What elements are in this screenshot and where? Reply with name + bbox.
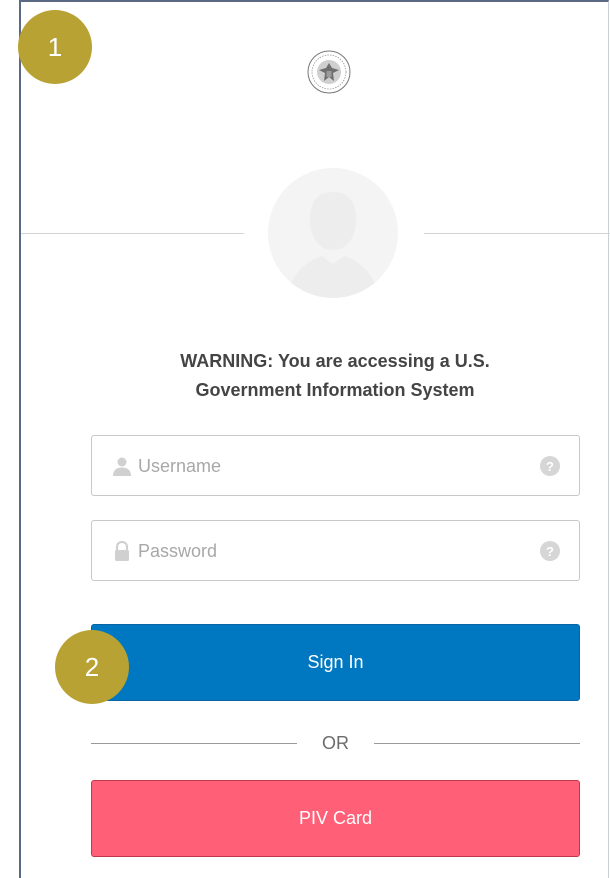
or-label: OR	[322, 733, 349, 753]
password-help-icon[interactable]: ?	[540, 541, 560, 561]
warning-line-2: Government Information System	[195, 380, 475, 400]
government-seal-icon	[307, 50, 351, 94]
step-badge-2: 2	[55, 630, 129, 704]
avatar-divider-left	[21, 233, 244, 234]
avatar-divider-right	[424, 233, 610, 234]
password-field[interactable]: ?	[91, 520, 580, 581]
username-input[interactable]	[138, 448, 518, 484]
warning-line-1: WARNING: You are accessing a U.S.	[180, 351, 490, 371]
user-avatar-icon	[268, 168, 398, 298]
step-badge-1: 1	[18, 10, 92, 84]
password-input[interactable]	[138, 533, 518, 569]
username-help-icon[interactable]: ?	[540, 456, 560, 476]
username-field[interactable]: ?	[91, 435, 580, 496]
piv-card-button[interactable]: PIV Card	[91, 780, 580, 857]
warning-message: WARNING: You are accessing a U.S. Govern…	[90, 347, 580, 405]
or-line-right	[374, 743, 580, 744]
sign-in-button[interactable]: Sign In	[91, 624, 580, 701]
or-line-left	[91, 743, 297, 744]
user-icon	[112, 456, 132, 476]
lock-icon	[112, 540, 132, 561]
or-separator: OR	[91, 730, 580, 758]
